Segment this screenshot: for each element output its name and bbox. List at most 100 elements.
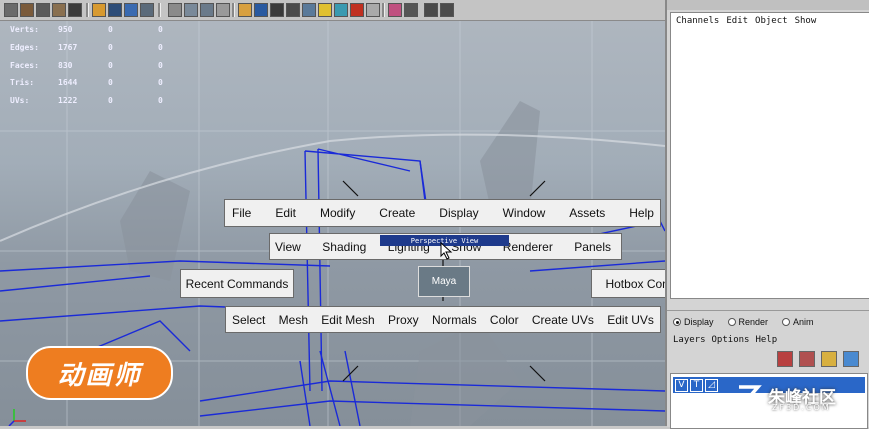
panel-toolbar [667,0,869,10]
hud-label: Tris: [10,78,35,88]
hotbox-menu-file[interactable]: File [232,206,251,220]
site-url: ZF3D.COM [772,403,831,412]
hotbox-menu-create[interactable]: Create [379,206,415,220]
move-layer-down-icon[interactable] [843,351,859,367]
recent-commands-label: Recent Commands [185,276,289,291]
new-layer-icon[interactable] [777,351,793,367]
select-tool-icon[interactable] [4,3,18,17]
toolbar-separator [382,3,385,17]
hud-value: 0 [108,96,113,106]
hotbox-menu-normals[interactable]: Normals [432,313,477,327]
layer-template-toggle[interactable]: T [690,378,703,392]
layer-color-swatch-icon[interactable]: ◿ [705,378,718,392]
radio-render[interactable]: Render [727,317,769,327]
xray-icon[interactable] [440,3,454,17]
hud-value: 0 [108,78,113,88]
menu-help[interactable]: Help [755,335,777,345]
radio-label: Anim [793,317,814,327]
hotbox-menu-renderer[interactable]: Renderer [503,240,553,254]
menu-options[interactable]: Options [712,335,750,345]
hud-value: 950 [58,25,73,34]
snap-grid-icon[interactable] [92,3,106,17]
layer-visibility-toggle[interactable]: V [675,378,688,392]
toolbar-separator [86,3,89,17]
hud-row-verts: Verts: 950 0 0 [10,21,208,39]
cube-icon[interactable] [238,3,252,17]
hotbox-menu-display[interactable]: Display [439,206,478,220]
hotbox-menu-assets[interactable]: Assets [569,206,605,220]
snap-curve-icon[interactable] [108,3,122,17]
bounding-box-icon[interactable] [388,3,402,17]
radio-button[interactable] [782,318,791,326]
ipr-render-icon[interactable] [200,3,214,17]
layer-mode-radios: Display Render Anim [673,317,814,327]
hotbox-menu-edit-uvs[interactable]: Edit UVs [607,313,654,327]
hud-value: 0 [158,25,163,34]
render-settings-icon[interactable] [216,3,230,17]
paint-select-icon[interactable] [36,3,50,17]
menu-channels[interactable]: Channels [676,16,719,26]
wireframe-icon[interactable] [404,3,418,17]
hud-value: 0 [158,42,163,52]
hotbox-menu-edit[interactable]: Edit [275,206,296,220]
history-icon[interactable] [168,3,182,17]
poly-count-hud: Verts: 950 0 0 Edges: 1767 0 0 Faces: 83… [10,21,208,110]
zf3d-logo-icon [739,385,762,405]
radio-label: Render [738,317,769,327]
hotbox-menu-window[interactable]: Window [503,206,546,220]
hud-value: 0 [158,60,163,70]
maya-center-button[interactable]: Maya [418,266,470,297]
snap-view-icon[interactable] [140,3,154,17]
texture-icon[interactable] [366,3,380,17]
menu-layers[interactable]: Layers [673,335,706,345]
hotbox-menu-mesh[interactable]: Mesh [279,313,308,327]
hotbox-menu-view[interactable]: View [275,240,301,254]
hud-label: Verts: [10,25,39,34]
recent-commands-button[interactable]: Recent Commands [180,269,294,298]
menu-object[interactable]: Object [755,16,788,26]
new-layer-selected-icon[interactable] [799,351,815,367]
hotbox-main-menu-row: File Edit Modify Create Display Window A… [224,199,661,227]
menu-show[interactable]: Show [795,16,817,26]
toolbar-separator [232,3,235,17]
layer-editor-menu: Layers Options Help [673,335,777,345]
hud-value: 1767 [58,42,78,52]
cylinder-icon[interactable] [270,3,284,17]
snap-point-icon[interactable] [124,3,138,17]
hud-value: 0 [158,78,163,88]
hotbox-menu-select[interactable]: Select [232,313,265,327]
hotbox-menu-shading[interactable]: Shading [322,240,366,254]
lasso-tool-icon[interactable] [20,3,34,17]
radio-display[interactable]: Display [673,317,714,327]
hotbox-menu-modify[interactable]: Modify [320,206,355,220]
light-icon[interactable] [318,3,332,17]
radio-button[interactable] [727,318,736,326]
sphere-icon[interactable] [254,3,268,17]
radio-anim[interactable]: Anim [782,317,814,327]
layer-actions [777,351,859,367]
hotbox-menu-color[interactable]: Color [490,313,519,327]
hotbox-menu-create-uvs[interactable]: Create UVs [532,313,594,327]
hud-row-uvs: UVs: 1222 0 0 [10,92,208,110]
hotbox-menu-edit-mesh[interactable]: Edit Mesh [321,313,374,327]
render-frame-icon[interactable] [184,3,198,17]
layer-editor: Display Render Anim Layers Options Help [667,310,869,429]
watermark-logo: 动画师 [26,346,173,400]
grid-display-icon[interactable] [424,3,438,17]
cone-icon[interactable] [286,3,300,17]
move-layer-up-icon[interactable] [821,351,837,367]
hotbox-modeling-menu-row: Select Mesh Edit Mesh Proxy Normals Colo… [225,306,661,333]
hotbox-menu-panels[interactable]: Panels [574,240,611,254]
radio-button[interactable] [673,318,681,326]
plane-icon[interactable] [302,3,316,17]
material-icon[interactable] [350,3,364,17]
camera-icon[interactable] [334,3,348,17]
hud-label: Edges: [10,42,39,52]
hud-value: 830 [58,60,73,70]
channel-box-menu: Channels Edit Object Show [676,16,816,26]
rotate-tool-icon[interactable] [68,3,82,17]
menu-edit[interactable]: Edit [726,16,748,26]
hotbox-menu-proxy[interactable]: Proxy [388,313,419,327]
hotbox-menu-help[interactable]: Help [629,206,654,220]
move-tool-icon[interactable] [52,3,66,17]
